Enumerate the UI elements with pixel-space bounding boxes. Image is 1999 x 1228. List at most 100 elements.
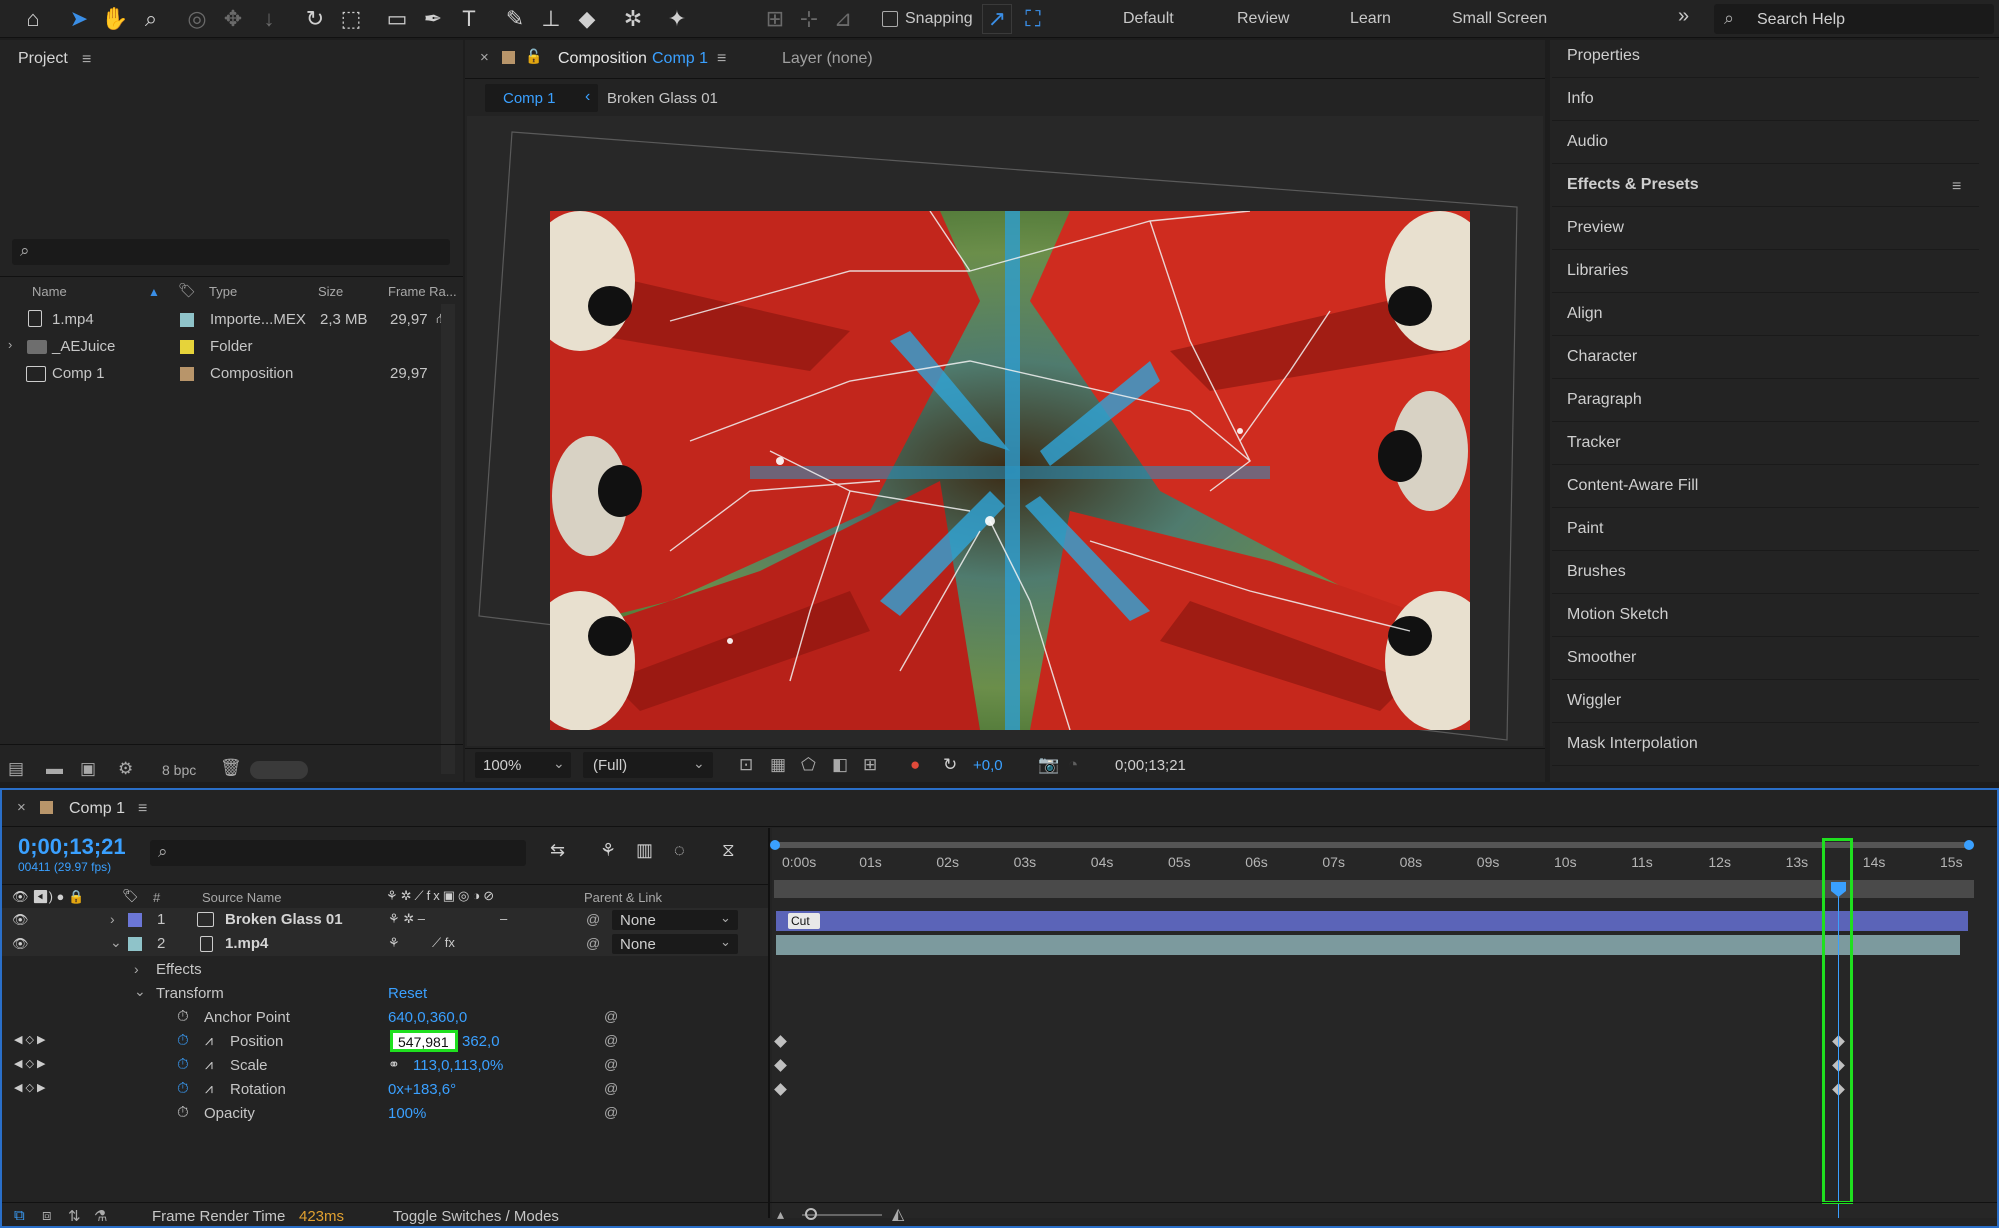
viewer-timecode[interactable]: 0;00;13;21 (1115, 757, 1186, 774)
panel-tab-motion-sketch[interactable]: Motion Sketch (1567, 606, 1668, 624)
col-frame-rate[interactable]: Frame Ra... (388, 284, 457, 299)
breadcrumb-layer[interactable]: Broken Glass 01 (607, 90, 718, 107)
stopwatch-icon[interactable]: ⏱ (177, 1056, 189, 1073)
scrollbar[interactable] (441, 304, 455, 774)
panel-tab-info[interactable]: Info (1567, 90, 1594, 108)
snapshot-camera-icon[interactable]: 📷 (1038, 755, 1059, 775)
eraser-tool-icon[interactable]: ◆ (572, 4, 602, 34)
pan-camera-icon[interactable]: ✥ (218, 4, 248, 34)
graph-icon[interactable]: ⩘ (205, 1056, 213, 1073)
keyframe-nav-icon[interactable]: ◀ ◇ ▶ (14, 1033, 46, 1046)
layer-row[interactable]: 👁 › 1 Broken Glass 01 ⚘ ✲ – – @ None ⌄ (2, 908, 770, 932)
pan-behind-icon[interactable]: ⬚ (336, 4, 366, 34)
rectangle-tool-icon[interactable]: ▭ (382, 4, 412, 34)
expression-pickwhip-icon[interactable]: @ (604, 1080, 618, 1096)
effects-group-label[interactable]: Effects (156, 961, 202, 978)
label-swatch[interactable] (180, 313, 194, 327)
breadcrumb-comp1[interactable]: Comp 1 ‹ (485, 84, 598, 112)
zoom-slider-thumb[interactable] (805, 1208, 817, 1220)
snap-edges-icon[interactable]: ↗ (982, 4, 1012, 34)
workspace-review[interactable]: Review (1237, 10, 1289, 28)
new-folder-icon[interactable]: ▬ (46, 759, 63, 779)
roto-brush-icon[interactable]: ✲ (618, 4, 648, 34)
panel-tab-tracker[interactable]: Tracker (1567, 434, 1621, 452)
expand-time-icon[interactable]: ⚗ (94, 1207, 107, 1225)
eye-icon[interactable]: 👁 (12, 936, 29, 952)
panel-tab-align[interactable]: Align (1567, 305, 1603, 323)
prop-opacity-value[interactable]: 100% (388, 1105, 426, 1122)
layer-panel-tab[interactable]: Layer (none) (782, 50, 873, 86)
dolly-camera-icon[interactable]: ↓ (254, 4, 284, 34)
layer-name[interactable]: 1.mp4 (225, 935, 268, 952)
home-icon[interactable]: ⌂ (18, 4, 48, 34)
interpret-footage-icon[interactable]: ▤ (8, 759, 24, 779)
graph-icon[interactable]: ⩘ (205, 1080, 213, 1097)
project-search-input[interactable]: ⌕ (12, 239, 450, 265)
shy-switch-icon[interactable]: ⚘ ✲ – (388, 911, 425, 927)
composition-viewer[interactable] (467, 116, 1543, 746)
timeline-search-input[interactable]: ⌕ (150, 840, 526, 866)
eye-icon[interactable]: 👁 (12, 912, 29, 928)
position-y-value[interactable]: 362,0 (462, 1033, 500, 1050)
toggle-switches-modes-button[interactable]: Toggle Switches / Modes (393, 1208, 559, 1225)
orbit-camera-icon[interactable]: ◎ (182, 4, 212, 34)
parent-dropdown[interactable]: None ⌄ (612, 910, 738, 930)
adjust-settings-icon[interactable]: ⚙ (118, 759, 133, 779)
workspace-learn[interactable]: Learn (1350, 10, 1391, 28)
chevron-down-icon[interactable]: ⌄ (110, 934, 122, 951)
transform-group-label[interactable]: Transform (156, 985, 224, 1002)
shy-switch-icon[interactable]: ⚘ (388, 935, 400, 951)
expand-switches-icon[interactable]: ⧈ (42, 1207, 52, 1224)
mask-visibility-icon[interactable]: ⬠ (801, 755, 816, 775)
motion-blur-icon[interactable]: ◌ (674, 840, 685, 861)
rotation-tool-icon[interactable]: ↻ (300, 4, 330, 34)
puppet-pin-icon[interactable]: ✦ (662, 4, 692, 34)
panel-menu-icon[interactable]: ≡ (1952, 178, 1961, 196)
close-tab-icon[interactable]: × (480, 49, 489, 66)
panel-tab-smoother[interactable]: Smoother (1567, 649, 1636, 667)
reset-exposure-icon[interactable]: ↻ (943, 755, 957, 775)
selection-tool-icon[interactable]: ➤ (64, 4, 94, 34)
panel-tab-character[interactable]: Character (1567, 348, 1637, 366)
timeline-tab[interactable]: Comp 1 (69, 800, 125, 836)
work-area-start-handle[interactable] (770, 840, 780, 850)
composition-tab-comp[interactable]: Comp 1 (652, 50, 708, 86)
panel-tab-wiggler[interactable]: Wiggler (1567, 692, 1621, 710)
channels-icon[interactable]: ● (910, 755, 920, 775)
col-type[interactable]: Type (209, 284, 237, 299)
current-time-display[interactable]: 0;00;13;21 (18, 834, 126, 860)
label-tag-icon[interactable]: 🏷 (178, 282, 196, 299)
zoom-in-icon[interactable]: ◭ (892, 1204, 904, 1224)
layer-row[interactable]: 👁 ⌄ 2 1.mp4 ⚘ ⟋ fx @ None ⌄ (2, 932, 770, 956)
panel-tab-paragraph[interactable]: Paragraph (1567, 391, 1642, 409)
reset-transform-link[interactable]: Reset (388, 985, 427, 1002)
col-size[interactable]: Size (318, 284, 343, 299)
shy-layers-icon[interactable]: ⚘ (600, 840, 616, 861)
panel-tab-properties[interactable]: Properties (1567, 47, 1640, 65)
new-composition-icon[interactable]: ▣ (80, 759, 96, 779)
stopwatch-icon[interactable]: ⏱ (177, 1008, 189, 1025)
graph-editor-icon[interactable]: ⧖ (722, 840, 735, 861)
quality-switch-icon[interactable]: ⟋ fx (432, 935, 455, 951)
work-area-bar[interactable] (774, 842, 1974, 848)
panel-menu-icon[interactable]: ≡ (138, 800, 147, 818)
bit-depth-button[interactable]: 8 bpc (162, 762, 196, 778)
show-snapshot-icon[interactable]: ◔ (1068, 755, 1078, 775)
panel-tab-effects-presets[interactable]: Effects & Presets (1567, 176, 1699, 194)
fast-previews-icon[interactable]: ⊡ (739, 755, 753, 775)
search-help-field[interactable]: ⌕ Search Help (1714, 4, 1994, 34)
brush-tool-icon[interactable]: ✎ (500, 4, 530, 34)
region-of-interest-icon[interactable]: ◧ (832, 755, 848, 775)
prop-rotation-value[interactable]: 0x+183,6° (388, 1081, 456, 1098)
stopwatch-icon[interactable]: ⏱ (177, 1032, 189, 1049)
list-item[interactable]: Comp 1 Composition 29,97 (0, 360, 440, 387)
chevron-right-icon[interactable]: › (134, 961, 139, 977)
panel-tab-audio[interactable]: Audio (1567, 133, 1608, 151)
type-tool-icon[interactable]: T (454, 4, 484, 34)
transparency-grid-icon[interactable]: ▦ (770, 755, 786, 775)
more-workspaces-icon[interactable]: » (1678, 5, 1689, 28)
chevron-right-icon[interactable]: › (8, 337, 12, 352)
snap-features-icon[interactable]: ⛶ (1018, 4, 1048, 34)
marker-cut[interactable]: Cut (788, 913, 820, 929)
panel-tab-preview[interactable]: Preview (1567, 219, 1624, 237)
